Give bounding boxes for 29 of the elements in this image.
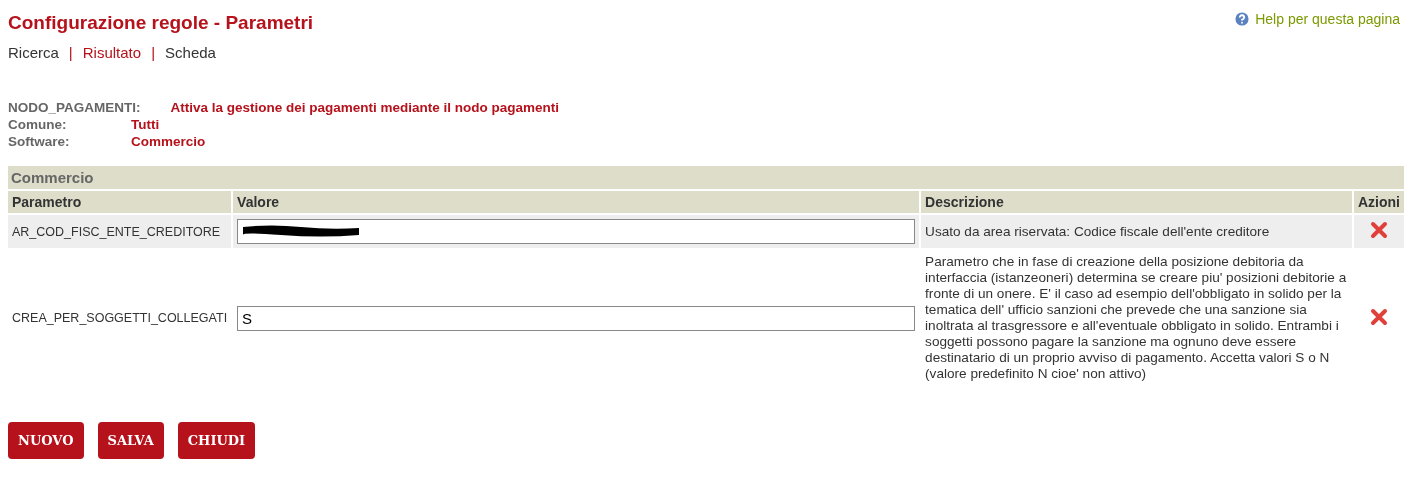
parameter-cell-text: CREA_PER_SOGGETTI_COLLEGATI xyxy=(11,310,229,327)
parameter-cell-text: AR_COD_FISC_ENTE_CREDITORE xyxy=(11,223,222,241)
group-header: Commercio xyxy=(8,166,1404,189)
nav-separator: | xyxy=(151,44,156,61)
nav-link[interactable]: Scheda xyxy=(165,44,216,61)
info-label: NODO_PAGAMENTI: xyxy=(8,99,142,116)
delete-icon xyxy=(1370,221,1388,239)
info-value: Attiva la gestione dei pagamenti mediante il nodo pagamenti xyxy=(170,99,560,116)
info-label: Comune: xyxy=(8,116,68,133)
description-cell-text: Parametro che in fase di creazione della posizione debitoria da interfaccia (istanzeoneri) determina se creare piu' posizioni debitorie a fronte di un onere. E' il caso ad esempio dell'obbligato in solido per la tematica dell' ufficio sanzioni che prevede che una sanzione sia inoltrata al trasgressore e all'eventuale obbligato in solido. Entrambi i soggetti possono pagare la sanzione ma ognuno deve essere destinatario di un proprio avviso di pagamento. Accetta valori S o N (valore predefinito N cioe' non attivo) xyxy=(924,253,1348,383)
nav-separator: | xyxy=(68,44,73,61)
info-value: Tutti xyxy=(131,116,160,133)
column-header: Azioni xyxy=(1354,191,1404,213)
action-button[interactable]: CHIUDI xyxy=(177,422,256,459)
info-label: Software: xyxy=(8,133,71,150)
column-header: Parametro xyxy=(8,191,232,213)
info-value: Commercio xyxy=(131,133,206,150)
action-button[interactable]: NUOVO xyxy=(8,422,84,459)
delete-icon xyxy=(1370,307,1388,326)
description-cell-text: Usato da area riservata: Codice fiscale dell'ente creditore xyxy=(924,222,1271,241)
action-button[interactable]: SALVA xyxy=(97,422,164,459)
column-header: Valore xyxy=(233,191,920,213)
column-header: Descrizione xyxy=(921,191,1352,213)
value-field[interactable]: S xyxy=(237,305,916,331)
nav-link[interactable]: Ricerca xyxy=(8,44,59,61)
nav-link[interactable]: Risultato xyxy=(82,44,142,61)
page-title: Configurazione regole - Parametri xyxy=(8,12,314,34)
value-field[interactable] xyxy=(237,219,916,244)
help-icon xyxy=(1233,10,1252,28)
